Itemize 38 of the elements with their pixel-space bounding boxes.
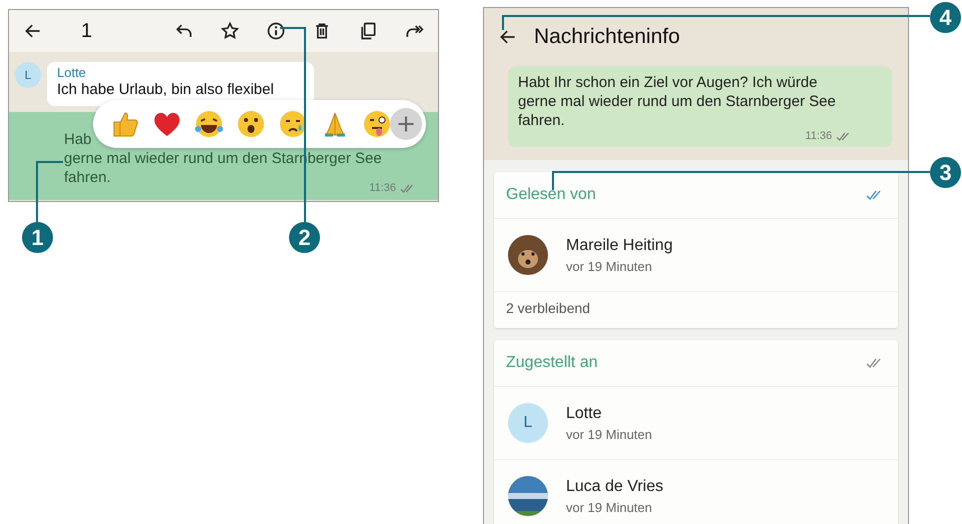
message-text: Hab bbox=[64, 130, 92, 149]
message-time: 11:36 bbox=[805, 130, 832, 142]
laughing-face-icon[interactable] bbox=[194, 109, 224, 139]
double-check-icon bbox=[836, 132, 852, 140]
contact-row[interactable]: Luca de Vries vor 19 Minuten bbox=[494, 460, 898, 524]
surprised-face-icon[interactable] bbox=[236, 109, 266, 139]
contact-row[interactable]: Mareile Heiting vor 19 Minuten bbox=[494, 219, 898, 292]
contact-row[interactable]: L Lotte vor 19 Minuten bbox=[494, 387, 898, 460]
callout-number: 4 bbox=[930, 2, 961, 33]
message-text: Habt Ihr schon ein Ziel vor Augen? Ich würde gerne mal wieder rund um den Starnberger See fahren. bbox=[518, 73, 837, 130]
dog-photo-avatar bbox=[508, 235, 548, 275]
message-time: 11:36 bbox=[369, 182, 396, 194]
receipt-time: vor 19 Minuten bbox=[566, 426, 652, 442]
sender-name: Lotte bbox=[57, 65, 87, 80]
section-heading: Gelesen von bbox=[506, 186, 596, 204]
contact-name: Lotte bbox=[566, 404, 603, 422]
message-text: fahren. bbox=[64, 168, 111, 187]
winking-face-icon[interactable] bbox=[362, 109, 392, 139]
lake-photo-avatar bbox=[508, 476, 548, 516]
contact-avatar: L bbox=[15, 62, 41, 88]
callout-number: 2 bbox=[289, 222, 320, 253]
remaining-count: 2 verbleibend bbox=[505, 299, 592, 318]
contact-name: Mareile Heiting bbox=[566, 236, 673, 254]
leader-line bbox=[36, 161, 63, 222]
receipt-time: vor 19 Minuten bbox=[566, 258, 653, 274]
receipt-time: vor 19 Minuten bbox=[566, 500, 653, 514]
callout-number: 3 bbox=[930, 157, 961, 188]
screen-title: Nachrichteninfo bbox=[534, 25, 680, 49]
selected-count: 1 bbox=[81, 20, 92, 42]
callout-number: 1 bbox=[22, 222, 53, 253]
contact-avatar: L bbox=[508, 403, 548, 443]
contact-name: Luca de Vries bbox=[566, 478, 664, 496]
info-icon[interactable] bbox=[266, 21, 286, 41]
message-text: Ich habe Urlaub, bin also flexibel bbox=[57, 80, 274, 99]
star-icon[interactable] bbox=[220, 21, 240, 41]
section-heading: Zugestellt an bbox=[506, 354, 598, 372]
add-reaction-button[interactable] bbox=[390, 108, 422, 140]
double-check-icon bbox=[400, 184, 416, 192]
